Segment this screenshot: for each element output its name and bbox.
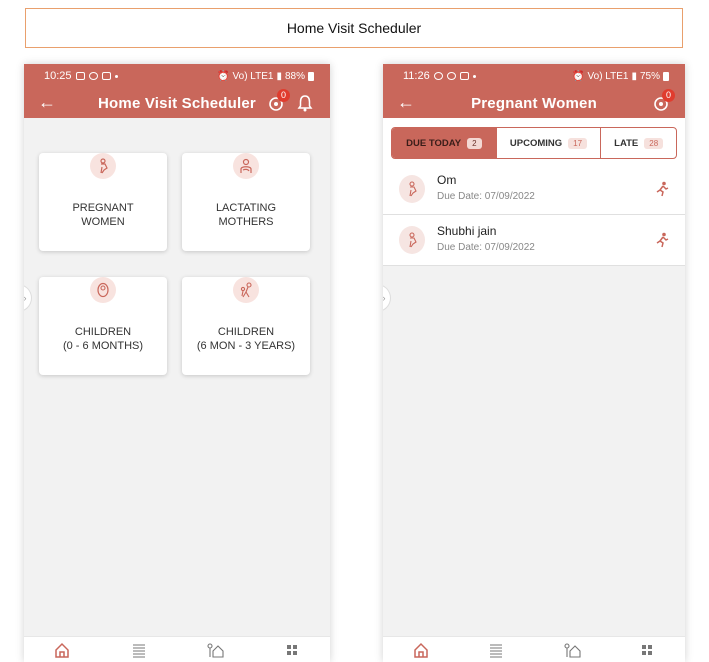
whatsapp-icon xyxy=(88,72,98,80)
tab-bar: DUE TODAY 2 UPCOMING 17 LATE 28 xyxy=(391,127,677,159)
chevron-right-icon: › xyxy=(383,293,386,303)
list-icon xyxy=(132,644,145,657)
list-item[interactable]: Shubhi jain Due Date: 07/09/2022 xyxy=(383,215,685,266)
tab-label: UPCOMING xyxy=(509,137,563,149)
alarm-icon: ⏰ xyxy=(217,70,230,82)
nav-home[interactable] xyxy=(51,641,73,659)
tile-label-line2: WOMEN xyxy=(81,216,125,228)
page-title: Home Visit Scheduler xyxy=(25,8,683,48)
pregnant-woman-icon xyxy=(90,153,116,179)
bell-button[interactable] xyxy=(296,93,316,113)
nav-list[interactable] xyxy=(485,641,507,659)
signal-bars-icon: ▮ xyxy=(631,70,637,82)
pregnant-woman-icon xyxy=(399,175,425,203)
more-notifications-dot xyxy=(472,74,476,78)
nav-home[interactable] xyxy=(410,641,432,659)
tab-due-today[interactable]: DUE TODAY 2 xyxy=(392,128,497,158)
visit-runner-icon[interactable] xyxy=(655,181,669,197)
bell-icon xyxy=(297,95,313,112)
due-date: Due Date: 07/09/2022 xyxy=(437,191,535,202)
sync-notification-button[interactable]: 0 xyxy=(266,89,290,113)
due-date: Due Date: 07/09/2022 xyxy=(437,242,535,253)
notification-icon xyxy=(101,72,111,80)
gallery-icon xyxy=(75,72,85,80)
home-icon xyxy=(414,642,428,658)
app-bar: ← Pregnant Women 0 xyxy=(383,88,685,118)
left-phone-screen: 10:25 ⏰ Vo) LTE1 ▮ 88% ← Home Visit Sche… xyxy=(24,64,330,662)
alarm-icon: ⏰ xyxy=(572,70,585,82)
signal-text: Vo) LTE1 xyxy=(587,70,629,82)
whatsapp-icon xyxy=(446,72,456,80)
nav-grid[interactable] xyxy=(636,641,658,659)
signal-bars-icon: ▮ xyxy=(276,70,282,82)
status-time: 11:26 xyxy=(403,70,430,82)
app-bar-title: Pregnant Women xyxy=(471,94,597,112)
pregnant-women-list-view: DUE TODAY 2 UPCOMING 17 LATE 28 Om Due D… xyxy=(383,118,685,636)
beneficiary-name: Om xyxy=(437,173,457,187)
battery-icon xyxy=(308,71,314,81)
back-arrow-icon[interactable]: ← xyxy=(38,92,56,113)
pregnant-woman-icon xyxy=(399,226,425,254)
tab-count: 17 xyxy=(568,137,588,149)
gallery-icon xyxy=(459,72,469,80)
tile-label-line1: LACTATING xyxy=(215,202,277,214)
chevron-right-icon: › xyxy=(24,293,27,303)
infant-icon xyxy=(90,277,116,303)
tile-lactating-mothers[interactable]: LACTATING MOTHERS xyxy=(182,153,310,251)
signal-text: Vo) LTE1 xyxy=(232,70,274,82)
beneficiary-list: Om Due Date: 07/09/2022 Shubhi jain Due … xyxy=(383,164,685,266)
tile-children-6-mon-3-years[interactable]: CHILDREN (6 MON - 3 YEARS) xyxy=(182,277,310,375)
status-bar: 11:26 ⏰ Vo) LTE1 ▮ 75% xyxy=(383,64,685,88)
nav-grid[interactable] xyxy=(281,641,303,659)
list-item[interactable]: Om Due Date: 07/09/2022 xyxy=(383,164,685,215)
home-icon xyxy=(55,642,69,658)
tab-count: 28 xyxy=(644,137,664,149)
battery-percent: 88% xyxy=(284,70,305,82)
visit-runner-icon[interactable] xyxy=(655,232,669,248)
tab-label: LATE xyxy=(614,137,639,149)
battery-percent: 75% xyxy=(639,70,660,82)
tab-count: 2 xyxy=(467,137,482,149)
list-icon xyxy=(490,644,503,657)
grid-icon xyxy=(286,644,297,655)
tile-label-line2: MOTHERS xyxy=(218,216,274,228)
tile-label-line1: CHILDREN xyxy=(74,326,132,338)
status-bar: 10:25 ⏰ Vo) LTE1 ▮ 88% xyxy=(24,64,330,88)
tile-label-line1: CHILDREN xyxy=(217,326,275,338)
right-phone-screen: 11:26 ⏰ Vo) LTE1 ▮ 75% ← Pregnant Women xyxy=(383,64,685,662)
back-arrow-icon[interactable]: ← xyxy=(397,92,415,113)
tile-pregnant-women[interactable]: PREGNANT WOMEN xyxy=(39,153,167,251)
whatsapp-icon xyxy=(433,72,443,80)
page: Home Visit Scheduler 10:25 ⏰ Vo) LTE1 ▮ … xyxy=(0,0,709,662)
tabs-card: DUE TODAY 2 UPCOMING 17 LATE 28 xyxy=(383,118,685,164)
status-time: 10:25 xyxy=(44,70,72,82)
tile-label-line2: (0 - 6 MONTHS) xyxy=(62,340,144,352)
tab-label: DUE TODAY xyxy=(406,137,462,149)
tile-label-line1: PREGNANT xyxy=(72,202,134,214)
bottom-nav xyxy=(383,636,685,662)
lactating-mother-icon xyxy=(233,153,259,179)
side-drawer-handle[interactable]: › xyxy=(24,284,32,312)
tab-upcoming[interactable]: UPCOMING 17 xyxy=(497,128,602,158)
battery-icon xyxy=(663,71,669,81)
tile-label-line2: (6 MON - 3 YEARS) xyxy=(196,340,296,352)
notification-badge: 0 xyxy=(662,89,675,102)
grid-icon xyxy=(642,644,653,655)
house-visit-icon xyxy=(564,642,581,658)
toddler-icon xyxy=(233,277,259,303)
sync-notification-button[interactable]: 0 xyxy=(651,89,675,113)
more-notifications-dot xyxy=(114,74,118,78)
nav-house-visit[interactable] xyxy=(204,641,226,659)
tab-late[interactable]: LATE 28 xyxy=(601,128,676,158)
nav-house-visit[interactable] xyxy=(561,641,583,659)
tile-children-0-6-months[interactable]: CHILDREN (0 - 6 MONTHS) xyxy=(39,277,167,375)
house-visit-icon xyxy=(207,642,224,658)
nav-list[interactable] xyxy=(128,641,150,659)
app-bar: ← Home Visit Scheduler 0 xyxy=(24,88,330,118)
beneficiary-name: Shubhi jain xyxy=(437,224,497,238)
category-grid: PREGNANT WOMEN LACTATING MOTHERS CHILDRE… xyxy=(24,118,330,636)
side-drawer-handle[interactable]: › xyxy=(383,284,391,312)
bottom-nav xyxy=(24,636,330,662)
notification-badge: 0 xyxy=(277,89,290,102)
